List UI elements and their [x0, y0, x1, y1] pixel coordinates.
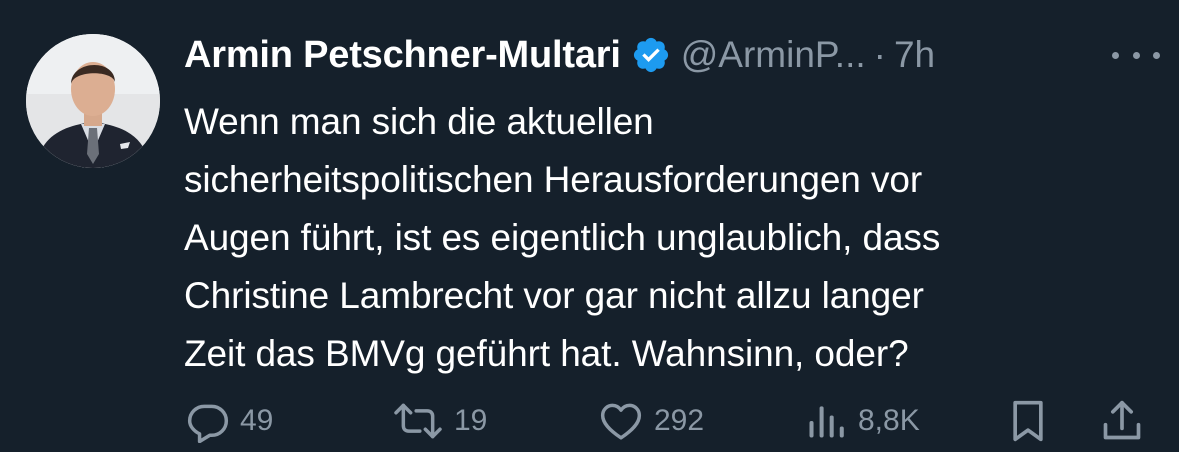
- share-button[interactable]: [1100, 392, 1144, 450]
- retweet-icon: [394, 403, 442, 439]
- share-icon: [1103, 400, 1141, 440]
- reply-icon: [187, 404, 229, 443]
- more-dot: [1132, 51, 1140, 59]
- tweet-header: Armin Petschner-Multari @ArminP... · 7h: [184, 28, 935, 82]
- tweet-text-line: Christine Lambrecht vor gar nicht allzu …: [184, 275, 924, 316]
- bookmark-icon: [1013, 400, 1043, 442]
- timestamp[interactable]: 7h: [894, 34, 935, 76]
- retweet-count: 19: [454, 404, 488, 437]
- retweet-button[interactable]: 19: [392, 392, 487, 450]
- bookmark-button[interactable]: [1006, 392, 1050, 450]
- reply-button[interactable]: 49: [186, 392, 273, 450]
- author-name[interactable]: Armin Petschner-Multari: [184, 34, 621, 77]
- views-count: 8,8K: [858, 404, 920, 437]
- views-button[interactable]: 8,8K: [804, 392, 920, 450]
- tweet-text-line: Wenn man sich die aktuellen: [184, 101, 654, 142]
- heart-icon: [600, 403, 642, 440]
- analytics-icon: [809, 406, 844, 438]
- avatar[interactable]: [26, 34, 160, 168]
- more-dot: [1153, 51, 1160, 59]
- action-bar: 49 19 292 8,8K: [0, 392, 1179, 452]
- tweet-text-line: sicherheitspolitischen Herausforderungen…: [184, 159, 923, 200]
- more-dot: [1112, 51, 1119, 59]
- tweet-text-line: Zeit das BMVg geführt hat. Wahnsinn, ode…: [184, 333, 909, 374]
- author-handle[interactable]: @ArminP...: [681, 34, 866, 76]
- verified-badge-icon[interactable]: [631, 35, 671, 75]
- like-count: 292: [654, 404, 705, 437]
- more-options-icon[interactable]: [1112, 40, 1160, 70]
- tweet-text-line: Augen führt, ist es eigentlich unglaubli…: [184, 217, 941, 258]
- time-separator: ·: [873, 34, 886, 75]
- reply-count: 49: [240, 404, 274, 437]
- like-button[interactable]: 292: [598, 392, 704, 450]
- tweet[interactable]: Armin Petschner-Multari @ArminP... · 7h …: [0, 0, 1179, 450]
- tweet-text: Wenn man sich die aktuellen sicherheitsp…: [184, 93, 1144, 383]
- avatar-photo: [26, 34, 160, 168]
